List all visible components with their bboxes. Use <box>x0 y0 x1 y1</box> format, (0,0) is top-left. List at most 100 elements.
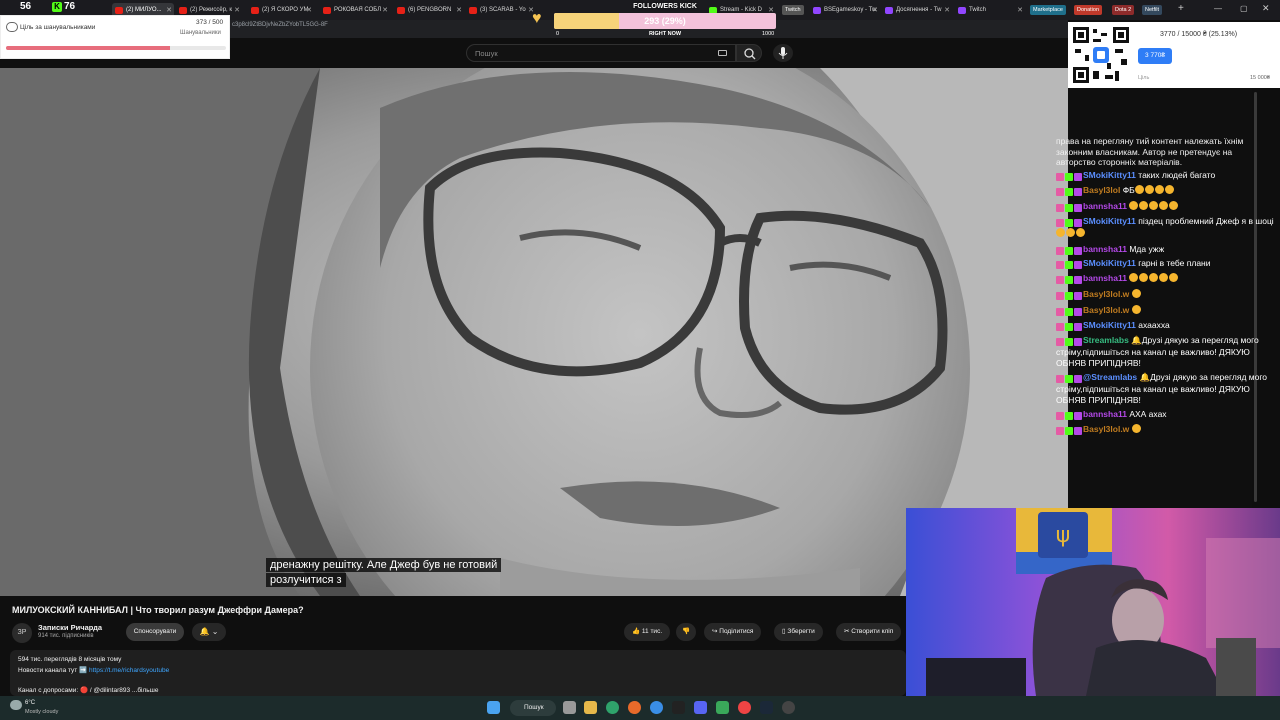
app-icon[interactable] <box>716 701 729 714</box>
browser-tab[interactable]: РОКОВАЯ СОБЛ ✕ <box>320 3 390 18</box>
chat-username[interactable]: Basyl3lol.w <box>1083 424 1129 434</box>
weather-temperature[interactable]: 6°C <box>25 700 35 706</box>
emote-icon <box>1159 201 1169 210</box>
search-input[interactable]: Пошук <box>466 44 736 62</box>
chat-badges <box>1056 425 1083 436</box>
chat-message: SMokiKitty11 таких людей багато <box>1056 170 1278 182</box>
task-view-icon[interactable] <box>563 701 576 714</box>
chat-username[interactable]: Streamlabs <box>1083 335 1129 345</box>
browser-tab[interactable]: Twitch ✕ <box>955 3 1025 18</box>
chat-username[interactable]: SMokiKitty11 <box>1083 258 1136 268</box>
maximize-button[interactable]: ▢ <box>1240 4 1248 13</box>
webcam-feed: ψ <box>906 508 1280 696</box>
svg-text:ψ: ψ <box>1056 523 1071 548</box>
badge-icon <box>1056 187 1064 196</box>
close-tab-icon[interactable]: ✕ <box>944 3 950 18</box>
badge-icon <box>1065 172 1073 181</box>
chrome-icon[interactable] <box>738 701 751 714</box>
badge-icon <box>1065 187 1073 196</box>
thumbs-down-icon: 👎 <box>682 628 691 635</box>
minimize-button[interactable]: — <box>1214 4 1222 13</box>
keyboard-icon[interactable] <box>718 50 727 56</box>
badge-icon <box>1056 275 1064 284</box>
cloud-icon[interactable] <box>10 700 22 710</box>
channel-subscribers: 914 тис. підписників <box>38 633 94 639</box>
browser-tab[interactable]: (3) SCARAB - Yo ✕ <box>466 3 536 18</box>
chat-username[interactable]: SMokiKitty11 <box>1083 170 1136 180</box>
sponsor-button[interactable]: Спонсорувати <box>126 623 184 641</box>
windows-start-icon[interactable] <box>487 701 500 714</box>
chat-username[interactable]: bannsha11 <box>1083 244 1127 254</box>
edge-icon[interactable] <box>606 701 619 714</box>
browser-tab[interactable]: Досягнення - Tw ✕ <box>882 3 952 18</box>
caption-line-2: розлучитися з <box>266 573 346 587</box>
bookmark-donation[interactable]: Donation <box>1074 5 1103 15</box>
voice-search-button[interactable] <box>773 44 793 62</box>
telegram-icon[interactable] <box>650 701 663 714</box>
chat-username[interactable]: bannsha11 <box>1083 409 1127 419</box>
discord-icon[interactable] <box>694 701 707 714</box>
notification-bell-button[interactable]: 🔔 ⌄ <box>192 623 226 641</box>
steam-icon[interactable] <box>760 701 773 714</box>
firefox-icon[interactable] <box>628 701 641 714</box>
obs-icon[interactable] <box>672 701 685 714</box>
chat-username[interactable]: bannsha11 <box>1083 273 1127 283</box>
weather-description[interactable]: Mostly cloudy <box>25 709 58 715</box>
close-tab-icon[interactable]: ✕ <box>1017 3 1023 18</box>
chat-username[interactable]: SMokiKitty11 <box>1083 216 1136 226</box>
new-tab-button[interactable]: + <box>1178 3 1184 14</box>
close-tab-icon[interactable]: ✕ <box>456 3 462 18</box>
chat-username[interactable]: SMokiKitty11 <box>1083 320 1136 330</box>
badge-icon <box>1065 307 1073 316</box>
bookmark-netfilt[interactable]: Netfilt <box>1142 5 1163 15</box>
channel-avatar[interactable]: ЗР <box>12 623 32 643</box>
browser-tab[interactable]: (2) Я СКОРО УМ ✕ <box>248 3 314 18</box>
chat-text: Мда ужж <box>1129 244 1165 254</box>
save-button[interactable]: ▯ Зберегти <box>774 623 823 641</box>
description-channel-line[interactable]: Канал с допросами: 🔴 / @dilintar893 ...б… <box>18 686 159 694</box>
bookmark-twitch[interactable]: Twitch <box>782 5 804 15</box>
chat-username[interactable]: @Streamlabs <box>1083 372 1137 382</box>
dislike-button[interactable]: 👎 <box>676 623 697 641</box>
youtube-tab-icon <box>251 7 259 14</box>
app-icon[interactable] <box>782 701 795 714</box>
followers-mid-label: RIGHT NOW <box>648 31 682 37</box>
url-text[interactable]: c3p8cl9ZtBDjvNeZbZYobTL5GG-8F <box>232 22 328 28</box>
chat-username[interactable]: Basyl3lol.w <box>1083 305 1129 315</box>
chat-badges <box>1056 186 1083 197</box>
twitch-tab-icon <box>958 7 966 14</box>
search-button[interactable] <box>736 44 762 62</box>
chat-username[interactable]: bannsha11 <box>1083 201 1127 211</box>
close-tab-icon[interactable]: ✕ <box>234 3 240 18</box>
like-button[interactable]: 👍 11 тис. <box>624 623 671 641</box>
chat-username[interactable]: Basyl3lol.w <box>1083 289 1129 299</box>
fan-goal-progress-fill <box>6 46 171 50</box>
badge-icon <box>1056 260 1064 269</box>
badge-icon <box>1074 291 1082 300</box>
channel-name[interactable]: Записки Ричарда <box>38 623 102 632</box>
close-tab-icon[interactable]: ✕ <box>306 3 312 18</box>
youtube-tab-icon <box>397 7 405 14</box>
bookmark-marketplace[interactable]: Marketplace <box>1030 5 1066 15</box>
chat-message: bannsha11 Мда ужж <box>1056 244 1278 256</box>
file-explorer-icon[interactable] <box>584 701 597 714</box>
browser-tab[interactable]: BSEgameskoy - Tw ✕ <box>810 3 880 18</box>
twitch-tab-icon <box>885 7 893 14</box>
close-tab-icon[interactable]: ✕ <box>872 3 878 18</box>
taskbar-search[interactable]: Пошук <box>510 700 556 716</box>
close-window-button[interactable]: ✕ <box>1262 3 1270 14</box>
fan-goal-sublabel: Шанувальники <box>180 30 221 36</box>
telegram-link[interactable]: https://t.me/richardsyoutube <box>89 667 169 674</box>
emote-icon <box>1056 228 1065 237</box>
badge-icon <box>1065 291 1073 300</box>
close-tab-icon[interactable]: ✕ <box>382 3 388 18</box>
cloud-icon <box>6 22 18 32</box>
browser-tab[interactable]: (6) PENGBORN ✕ <box>394 3 464 18</box>
bookmark-dota[interactable]: Dota 2 <box>1112 5 1135 15</box>
chat-username[interactable]: Basyl3lol <box>1083 185 1120 195</box>
badge-icon <box>1074 307 1082 316</box>
clip-button[interactable]: ✂ Створити кліп <box>836 623 902 641</box>
youtube-tab-icon <box>115 7 123 14</box>
share-button[interactable]: ↪ Поділитися <box>704 623 762 641</box>
emote-icon <box>1149 201 1159 210</box>
